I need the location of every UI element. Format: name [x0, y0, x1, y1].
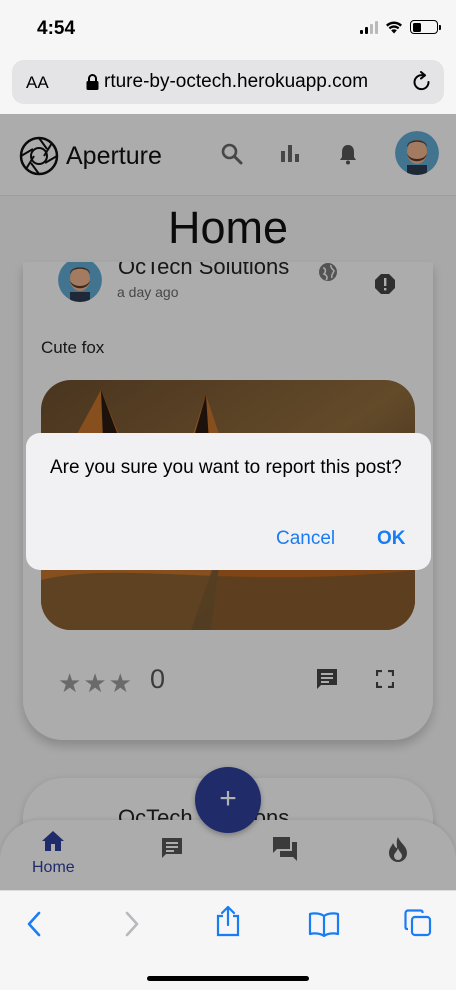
- browser-address-area: AA rture-by-octech.herokuapp.com: [0, 56, 456, 114]
- ok-button[interactable]: OK: [377, 528, 406, 550]
- home-indicator: [147, 976, 309, 981]
- url-text[interactable]: rture-by-octech.herokuapp.com: [104, 71, 368, 93]
- cancel-button[interactable]: Cancel: [276, 528, 335, 550]
- forward-icon[interactable]: [124, 911, 140, 937]
- cellular-signal-icon: [360, 20, 378, 34]
- browser-toolbar: [0, 890, 456, 990]
- text-size-button[interactable]: AA: [26, 73, 49, 93]
- share-icon[interactable]: [215, 905, 241, 937]
- address-bar[interactable]: AA rture-by-octech.herokuapp.com: [12, 60, 444, 104]
- reload-icon[interactable]: [412, 71, 432, 93]
- bookmarks-icon[interactable]: [308, 911, 340, 937]
- report-confirm-dialog: Are you sure you want to report this pos…: [26, 433, 431, 570]
- tabs-icon[interactable]: [404, 909, 432, 937]
- dialog-message: Are you sure you want to report this pos…: [50, 457, 402, 478]
- status-icons: [360, 20, 441, 34]
- status-bar: 4:54: [0, 0, 456, 56]
- lock-icon: [86, 74, 99, 90]
- status-time: 4:54: [37, 18, 76, 39]
- wifi-icon: [386, 21, 402, 34]
- battery-icon: [410, 20, 441, 34]
- back-icon[interactable]: [26, 911, 42, 937]
